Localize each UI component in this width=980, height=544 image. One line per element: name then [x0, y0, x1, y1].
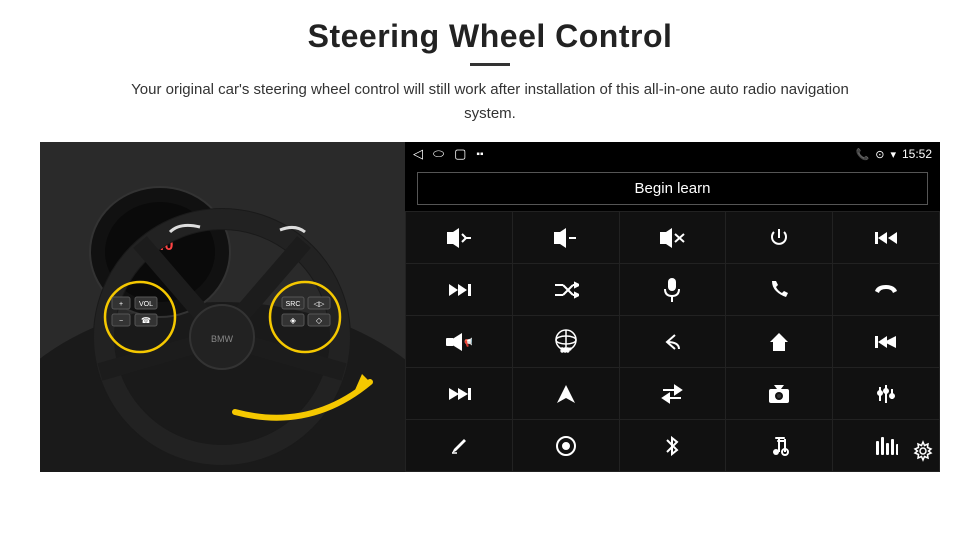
ctrl-power[interactable]	[726, 212, 832, 263]
wifi-icon: ▾	[890, 148, 896, 161]
ctrl-music[interactable]	[726, 420, 832, 471]
status-right-icons: 📞 ⊙ ▾ 15:52	[856, 147, 932, 161]
ctrl-360-cam[interactable]	[513, 420, 619, 471]
ctrl-fast-forward[interactable]	[406, 368, 512, 419]
phone-icon: 📞	[856, 148, 870, 161]
svg-text:◁▷: ◁▷	[314, 301, 325, 308]
begin-learn-row: Begin learn	[405, 166, 940, 211]
ctrl-360[interactable]: 360°	[513, 316, 619, 367]
svg-text:📢: 📢	[464, 336, 472, 348]
ctrl-prev2[interactable]	[833, 316, 939, 367]
ctrl-back[interactable]	[620, 316, 726, 367]
head-unit-display: ◁ ⬭ ▢ ▪▪ 📞 ⊙ ▾ 15:52 Begin learn	[405, 142, 940, 472]
ctrl-prev-track[interactable]	[833, 212, 939, 263]
ctrl-shuffle[interactable]	[513, 264, 619, 315]
status-time: 15:52	[902, 147, 932, 161]
status-nav-icons: ◁ ⬭ ▢ ▪▪	[413, 146, 484, 162]
svg-text:−: −	[119, 318, 123, 325]
ctrl-camera[interactable]	[726, 368, 832, 419]
svg-text:SRC: SRC	[286, 301, 301, 308]
svg-text:360°: 360°	[561, 348, 571, 353]
ctrl-home[interactable]	[726, 316, 832, 367]
back-nav-icon[interactable]: ◁	[413, 146, 423, 162]
ctrl-bluetooth[interactable]	[620, 420, 726, 471]
home-nav-icon[interactable]: ⬭	[433, 146, 444, 162]
svg-text:◈: ◈	[290, 316, 297, 325]
svg-text:BMW: BMW	[211, 334, 234, 344]
ctrl-speaker[interactable]: 📢	[406, 316, 512, 367]
ctrl-end-call[interactable]	[833, 264, 939, 315]
settings-icon[interactable]	[912, 440, 934, 468]
ctrl-mute[interactable]	[620, 212, 726, 263]
recents-nav-icon[interactable]: ▢	[454, 146, 466, 162]
page-container: Steering Wheel Control Your original car…	[0, 0, 980, 544]
begin-learn-button[interactable]: Begin learn	[417, 172, 928, 205]
location-icon: ⊙	[875, 148, 884, 161]
svg-text:VOL: VOL	[139, 301, 153, 308]
svg-text:☎: ☎	[141, 316, 151, 325]
status-bar: ◁ ⬭ ▢ ▪▪ 📞 ⊙ ▾ 15:52	[405, 142, 940, 166]
ctrl-switch[interactable]	[620, 368, 726, 419]
ctrl-next[interactable]	[406, 264, 512, 315]
controls-grid: 📢 360°	[405, 211, 940, 472]
ctrl-vol-down[interactable]	[513, 212, 619, 263]
svg-text:+: +	[119, 301, 123, 308]
page-subtitle: Your original car's steering wheel contr…	[115, 78, 865, 126]
ctrl-vol-up[interactable]	[406, 212, 512, 263]
ctrl-eq[interactable]	[833, 368, 939, 419]
ctrl-call[interactable]	[726, 264, 832, 315]
title-divider	[470, 63, 510, 66]
content-row: 120 140 BMW +	[40, 142, 940, 472]
svg-text:◇: ◇	[316, 316, 323, 325]
signal-icon: ▪▪	[476, 149, 483, 160]
page-title: Steering Wheel Control	[308, 18, 673, 55]
steering-wheel-image: 120 140 BMW +	[40, 142, 405, 472]
ctrl-navigate[interactable]	[513, 368, 619, 419]
ctrl-mic[interactable]	[620, 264, 726, 315]
ctrl-edit[interactable]	[406, 420, 512, 471]
